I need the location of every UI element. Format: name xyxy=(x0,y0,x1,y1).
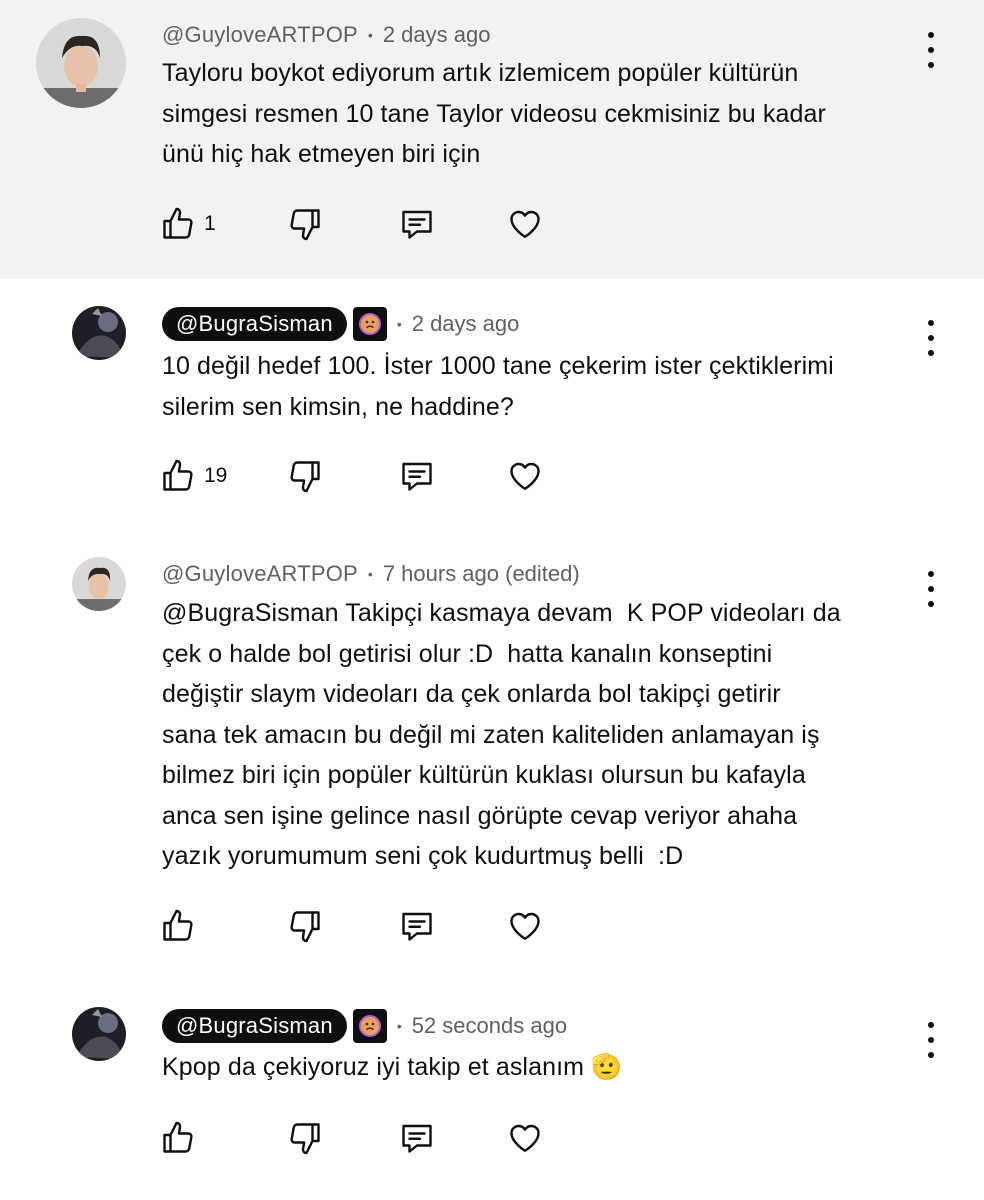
reply-icon xyxy=(399,1120,435,1156)
avatar[interactable] xyxy=(72,306,126,360)
author-handle[interactable]: @GuyloveARTPOP xyxy=(162,22,358,48)
dislike-button[interactable] xyxy=(287,204,399,244)
thumbs-down-icon xyxy=(287,908,323,944)
dislike-button[interactable] xyxy=(287,1118,399,1158)
comment-header: @GuyloveARTPOP • 7 hours ago (edited) xyxy=(162,556,580,592)
comment-text: 10 değil hedef 100. İster 1000 tane çeke… xyxy=(162,352,834,421)
timestamp: 52 seconds ago xyxy=(411,1013,568,1038)
like-count: 1 xyxy=(204,212,216,235)
reply-icon xyxy=(399,206,435,242)
comment-text: Kpop da çekiyoruz iyi takip et aslanım 🫡 xyxy=(162,1053,623,1081)
like-button[interactable] xyxy=(160,906,287,946)
comment-actions: 1 xyxy=(160,204,543,244)
thumbs-down-icon xyxy=(287,1120,323,1156)
separator-dot: • xyxy=(396,316,402,332)
dislike-button[interactable] xyxy=(287,456,399,496)
like-count: 19 xyxy=(204,464,228,487)
heart-button[interactable] xyxy=(507,1118,543,1158)
comment-text: Tayloru boykot ediyorum artık izlemicem … xyxy=(162,59,826,168)
comment-text: @BugraSisman Takipçi kasmaya devam K POP… xyxy=(162,599,841,870)
separator-dot: • xyxy=(367,566,373,582)
comment: @BugraSisman • 52 seconds ago Kpop da çe… xyxy=(0,989,984,1200)
timestamp: 7 hours ago (edited) xyxy=(382,561,580,586)
heart-icon xyxy=(507,206,543,242)
reply-button[interactable] xyxy=(399,906,507,946)
dislike-button[interactable] xyxy=(287,906,399,946)
avatar[interactable] xyxy=(72,557,126,611)
heart-button[interactable] xyxy=(507,204,543,244)
author-handle[interactable]: @BugraSisman xyxy=(162,307,347,341)
comment-actions: 19 xyxy=(160,456,543,496)
thumbs-down-icon xyxy=(287,458,323,494)
reply-icon xyxy=(399,458,435,494)
like-button[interactable]: 1 xyxy=(160,204,287,244)
reply-button[interactable] xyxy=(399,456,507,496)
heart-button[interactable] xyxy=(507,906,543,946)
comment: @GuyloveARTPOP • 7 hours ago (edited) @B… xyxy=(0,539,984,989)
reply-button[interactable] xyxy=(399,204,507,244)
heart-icon xyxy=(507,1120,543,1156)
member-badge-icon xyxy=(352,1009,387,1043)
comment: @GuyloveARTPOP • 2 days ago Tayloru boyk… xyxy=(0,0,984,279)
thumbs-up-icon xyxy=(160,908,196,944)
separator-dot: • xyxy=(396,1018,402,1034)
like-button[interactable] xyxy=(160,1118,287,1158)
comment: @BugraSisman • 2 days ago 10 değil hedef… xyxy=(0,279,984,539)
thumbs-up-icon xyxy=(160,458,196,494)
comment-actions xyxy=(160,906,543,946)
comment-header: @GuyloveARTPOP • 2 days ago xyxy=(162,17,490,53)
comment-header: @BugraSisman • 52 seconds ago xyxy=(162,1008,567,1044)
comment-header: @BugraSisman • 2 days ago xyxy=(162,306,519,342)
heart-icon xyxy=(507,908,543,944)
thumbs-up-icon xyxy=(160,206,196,242)
like-button[interactable]: 19 xyxy=(160,456,287,496)
thumbs-up-icon xyxy=(160,1120,196,1156)
comment-actions xyxy=(160,1118,543,1158)
member-badge-icon xyxy=(352,307,387,341)
thumbs-down-icon xyxy=(287,206,323,242)
avatar[interactable] xyxy=(72,1007,126,1061)
author-handle[interactable]: @BugraSisman xyxy=(162,1009,347,1043)
separator-dot: • xyxy=(367,27,373,43)
author-handle[interactable]: @GuyloveARTPOP xyxy=(162,561,358,587)
timestamp: 2 days ago xyxy=(411,311,520,336)
heart-icon xyxy=(507,458,543,494)
reply-button[interactable] xyxy=(399,1118,507,1158)
timestamp: 2 days ago xyxy=(382,22,491,47)
avatar[interactable] xyxy=(36,18,126,108)
reply-icon xyxy=(399,908,435,944)
heart-button[interactable] xyxy=(507,456,543,496)
